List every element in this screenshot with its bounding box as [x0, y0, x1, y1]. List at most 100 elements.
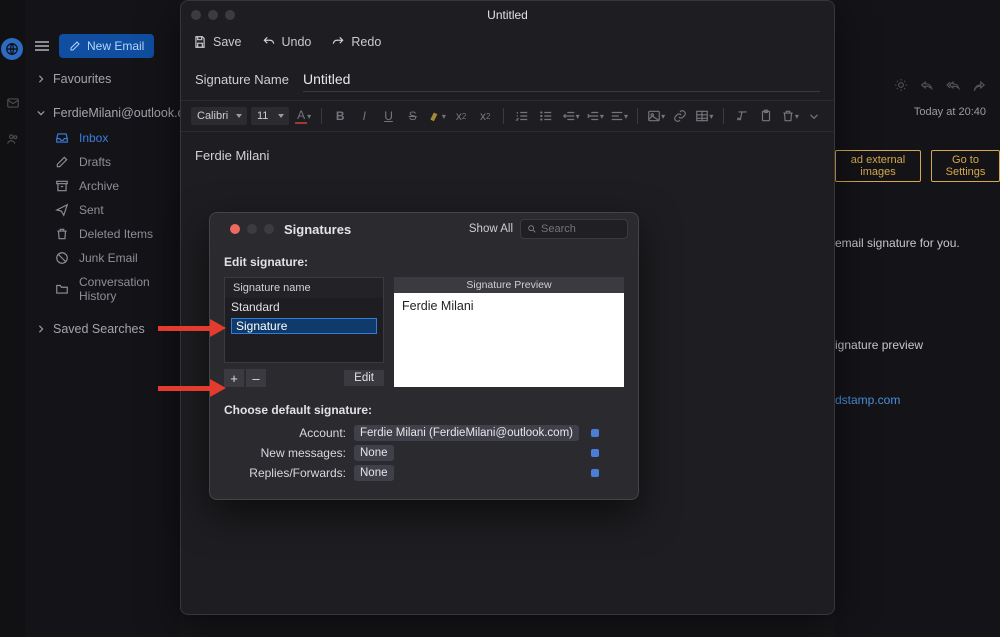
background-pane: Today at 20:40 ad external images Go to … [835, 0, 1000, 637]
search-icon [527, 224, 537, 234]
globe-icon[interactable] [1, 38, 23, 60]
account-label: FerdieMilani@outlook.co [53, 106, 191, 120]
clear-format-button[interactable] [731, 105, 751, 127]
minimize-icon[interactable] [247, 224, 257, 234]
search-field-wrap[interactable] [520, 219, 628, 239]
font-color-button[interactable]: A▾ [293, 105, 313, 127]
redo-label: Redo [351, 35, 381, 49]
folder-label: Archive [79, 179, 119, 193]
folder-archive[interactable]: Archive [25, 174, 180, 198]
remove-signature-button[interactable]: – [246, 369, 266, 387]
underline-button[interactable]: U [378, 105, 398, 127]
folder-junk[interactable]: Junk Email [25, 246, 180, 270]
bullet-list-button[interactable] [536, 105, 556, 127]
signature-item-editing[interactable] [225, 316, 383, 336]
folder-label: Deleted Items [79, 227, 153, 241]
chevron-down-icon [37, 109, 45, 117]
new-email-label: New Email [87, 39, 144, 53]
insert-link-button[interactable] [670, 105, 690, 127]
signatures-titlebar[interactable]: Signatures Show All [210, 213, 638, 245]
folder-drafts[interactable]: Drafts [25, 150, 180, 174]
signature-name-label: Signature Name [195, 72, 289, 87]
signature-item-standard[interactable]: Standard [225, 298, 383, 316]
new-messages-label: New messages: [224, 446, 354, 460]
replies-forwards-label: Replies/Forwards: [224, 466, 354, 480]
signature-rename-input[interactable] [231, 318, 377, 334]
insert-image-button[interactable]: ▾ [646, 105, 666, 127]
italic-button[interactable]: I [354, 105, 374, 127]
numbered-list-button[interactable] [512, 105, 532, 127]
compose-icon [69, 40, 81, 52]
font-size-select[interactable]: 11 [251, 107, 289, 125]
undo-label: Undo [282, 35, 312, 49]
toolbar-primary: Save Undo Redo [181, 29, 834, 55]
delete-button[interactable]: ▾ [780, 105, 800, 127]
signatures-title: Signatures [284, 222, 351, 237]
window-title: Untitled [181, 8, 834, 22]
save-icon [193, 35, 207, 49]
pencil-icon [55, 155, 69, 169]
strikethrough-button[interactable]: S [403, 105, 423, 127]
subscript-button[interactable]: x2 [475, 105, 495, 127]
close-icon[interactable] [230, 224, 240, 234]
people-icon[interactable] [6, 132, 20, 146]
folder-label: Sent [79, 203, 104, 217]
align-button[interactable]: ▾ [609, 105, 629, 127]
redo-icon [331, 35, 345, 49]
insert-table-button[interactable]: ▾ [694, 105, 714, 127]
new-messages-select[interactable]: None [354, 445, 394, 461]
zoom-icon[interactable] [264, 224, 274, 234]
signature-body[interactable]: Ferdie Milani [181, 132, 834, 179]
outdent-button[interactable]: ▾ [561, 105, 581, 127]
redo-button[interactable]: Redo [331, 35, 381, 49]
add-signature-button[interactable]: + [224, 369, 244, 387]
new-email-button[interactable]: New Email [59, 34, 154, 58]
replies-forwards-select[interactable]: None [354, 465, 394, 481]
reply-icon[interactable] [920, 78, 934, 92]
show-all-button[interactable]: Show All [469, 223, 513, 235]
save-button[interactable]: Save [193, 35, 242, 49]
chevron-right-icon [37, 325, 45, 333]
favourites-label: Favourites [53, 72, 111, 86]
hamburger-icon[interactable] [35, 41, 49, 51]
paste-button[interactable] [756, 105, 776, 127]
more-format-button[interactable] [804, 105, 824, 127]
undo-button[interactable]: Undo [262, 35, 312, 49]
forward-icon[interactable] [972, 78, 986, 92]
folder-label: Conversation History [79, 275, 180, 303]
window-titlebar[interactable]: Untitled [181, 1, 834, 29]
signature-name-input[interactable] [303, 67, 820, 92]
folder-history[interactable]: Conversation History [25, 270, 180, 308]
indent-button[interactable]: ▾ [585, 105, 605, 127]
highlight-button[interactable]: ▾ [427, 105, 447, 127]
reply-all-icon[interactable] [946, 78, 960, 92]
bold-button[interactable]: B [330, 105, 350, 127]
folder-sent[interactable]: Sent [25, 198, 180, 222]
format-toolbar: Calibri 11 A▾ B I U S ▾ x2 x2 ▾ ▾ ▾ ▾ ▾ … [181, 100, 834, 132]
default-signature-label: Choose default signature: [210, 387, 638, 425]
account-header[interactable]: FerdieMilani@outlook.co [25, 92, 180, 126]
saved-searches-label: Saved Searches [53, 322, 145, 336]
go-to-settings-button[interactable]: Go to Settings [931, 150, 1000, 182]
folder-inbox[interactable]: Inbox [25, 126, 180, 150]
folder-label: Drafts [79, 155, 111, 169]
bg-link[interactable]: dstamp.com [835, 393, 900, 407]
folder-label: Inbox [79, 131, 108, 145]
edit-signature-button[interactable]: Edit [344, 370, 384, 386]
folder-label: Junk Email [79, 251, 138, 265]
superscript-button[interactable]: x2 [451, 105, 471, 127]
folder-deleted[interactable]: Deleted Items [25, 222, 180, 246]
search-input[interactable] [541, 223, 621, 235]
sent-icon [55, 203, 69, 217]
signature-body-text: Ferdie Milani [195, 148, 269, 163]
account-select[interactable]: Ferdie Milani (FerdieMilani@outlook.com) [354, 425, 579, 441]
favourites-header[interactable]: Favourites [25, 58, 180, 92]
download-images-button[interactable]: ad external images [835, 150, 921, 182]
mail-icon[interactable] [6, 96, 20, 110]
signature-preview-body: Ferdie Milani [394, 293, 624, 387]
nav-rail [0, 0, 25, 637]
sun-icon[interactable] [894, 78, 908, 92]
saved-searches-header[interactable]: Saved Searches [25, 308, 180, 342]
inbox-icon [55, 131, 69, 145]
font-select[interactable]: Calibri [191, 107, 247, 125]
